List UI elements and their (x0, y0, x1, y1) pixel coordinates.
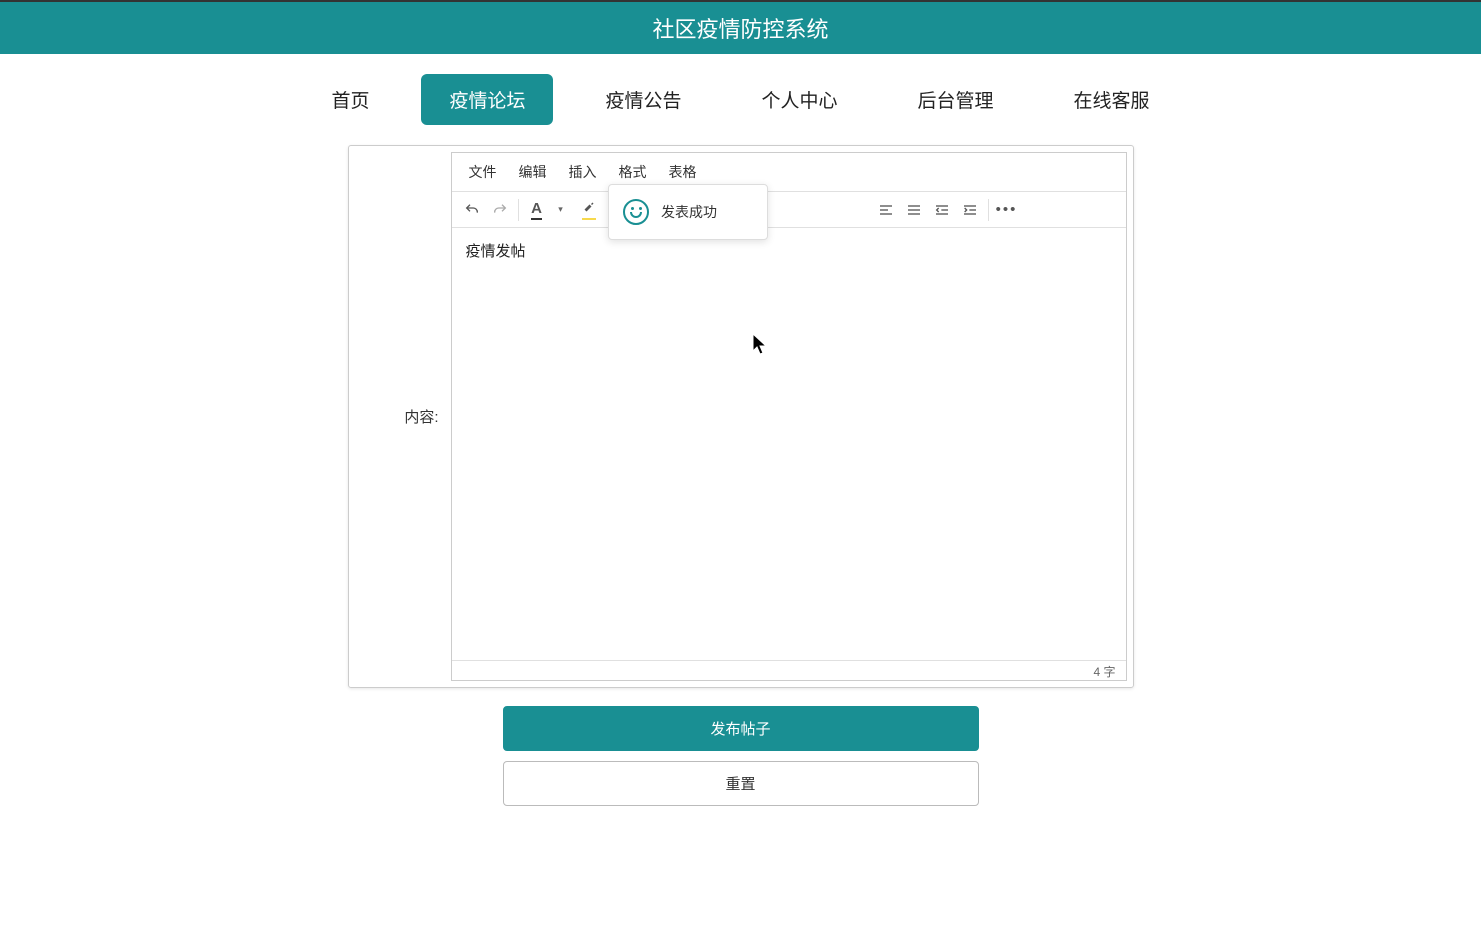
editor-textarea[interactable]: 疫情发帖 (452, 228, 1126, 660)
undo-button[interactable] (458, 196, 486, 224)
nav-support[interactable]: 在线客服 (1046, 74, 1178, 125)
form-actions: 发布帖子 重置 (503, 706, 979, 806)
more-icon: ••• (996, 201, 1018, 218)
align-justify-button[interactable] (900, 196, 928, 224)
main-nav: 首页 疫情论坛 疫情公告 个人中心 后台管理 在线客服 (0, 54, 1481, 145)
toast-message: 发表成功 (661, 202, 717, 222)
app-header: 社区疫情防控系统 (0, 2, 1481, 54)
editor-menubar: 文件 编辑 插入 格式 表格 (452, 153, 1126, 192)
app-title: 社区疫情防控系统 (652, 17, 828, 42)
align-left-button[interactable] (872, 196, 900, 224)
smile-icon (623, 199, 649, 225)
nav-forum[interactable]: 疫情论坛 (421, 74, 553, 125)
menu-file[interactable]: 文件 (460, 159, 506, 185)
outdent-button[interactable] (928, 196, 956, 224)
rich-editor: 文件 编辑 插入 格式 表格 A ▾ ▾ B (451, 152, 1127, 681)
editor-toolbar: A ▾ ▾ B I (452, 192, 1126, 228)
indent-button[interactable] (956, 196, 984, 224)
nav-profile[interactable]: 个人中心 (734, 74, 866, 125)
highlight-icon (582, 200, 596, 220)
menu-edit[interactable]: 编辑 (510, 159, 556, 185)
content-label: 内容: (355, 406, 451, 427)
indent-icon (962, 202, 978, 218)
success-toast: 发表成功 (608, 184, 768, 240)
align-left-icon (878, 202, 894, 218)
menu-table[interactable]: 表格 (660, 159, 706, 185)
undo-icon (464, 202, 480, 218)
align-justify-icon (906, 202, 922, 218)
reset-button[interactable]: 重置 (503, 761, 979, 806)
redo-icon (492, 202, 508, 218)
mouse-cursor (752, 333, 770, 362)
nav-home[interactable]: 首页 (303, 74, 397, 125)
redo-button[interactable] (486, 196, 514, 224)
menu-format[interactable]: 格式 (610, 159, 656, 185)
publish-button[interactable]: 发布帖子 (503, 706, 979, 751)
outdent-icon (934, 202, 950, 218)
text-color-icon: A (531, 200, 542, 220)
menu-insert[interactable]: 插入 (560, 159, 606, 185)
word-count: 4 字 (1093, 665, 1115, 679)
editor-footer: 4 字 (452, 660, 1126, 680)
more-button[interactable]: ••• (993, 196, 1021, 224)
nav-admin[interactable]: 后台管理 (890, 74, 1022, 125)
nav-announcement[interactable]: 疫情公告 (577, 74, 709, 125)
text-color-dropdown[interactable]: ▾ (547, 196, 575, 224)
